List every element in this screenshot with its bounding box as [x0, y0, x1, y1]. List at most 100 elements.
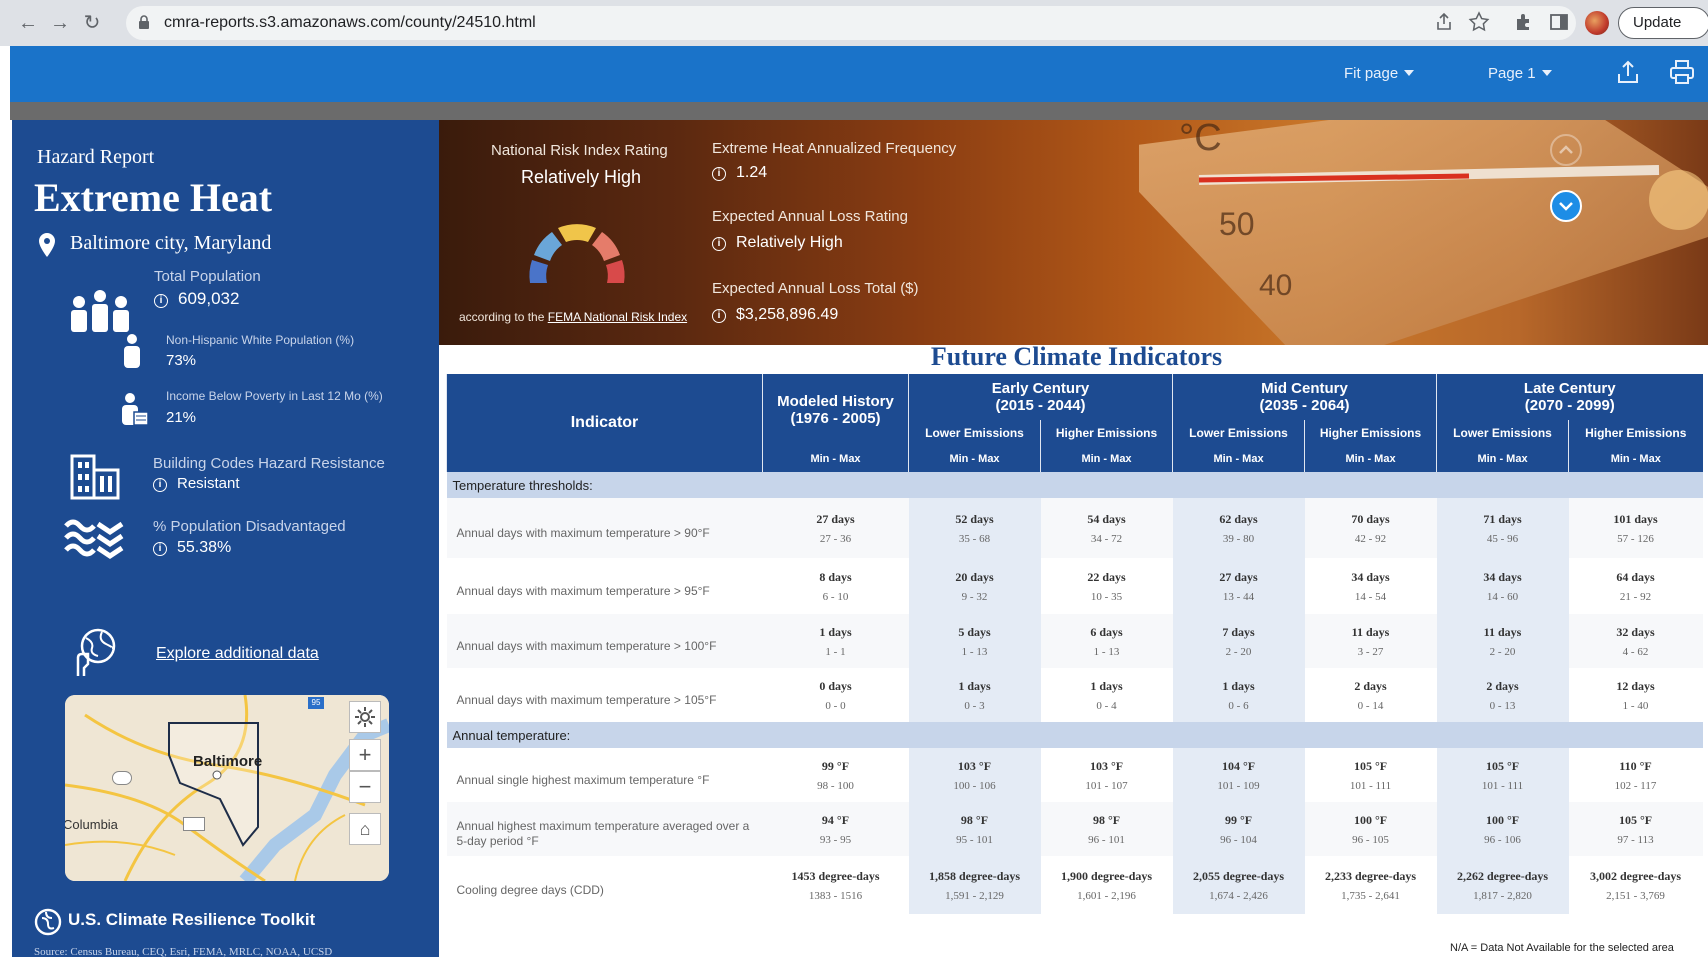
svg-text:°C: °C — [1179, 120, 1222, 159]
value-cell: 32 days 4 - 62 — [1568, 614, 1703, 668]
forward-icon[interactable]: → — [48, 11, 72, 35]
total-population-label: Total Population — [154, 268, 261, 285]
cell-range: 10 - 35 — [1090, 590, 1123, 603]
value-cell: 2,262 degree-days 1,817 - 2,820 — [1436, 856, 1569, 914]
address-bar[interactable]: cmra-reports.s3.amazonaws.com/county/245… — [126, 6, 1576, 40]
reload-icon[interactable]: ↻ — [80, 11, 104, 35]
fema-nri-link[interactable]: FEMA National Risk Index — [548, 310, 687, 324]
cell-value: 52 days — [955, 511, 994, 526]
back-icon[interactable]: ← — [16, 11, 40, 35]
map-settings-button[interactable] — [349, 701, 381, 733]
table-title: Future Climate Indicators — [930, 342, 1223, 371]
map-zoom-in-button[interactable]: + — [349, 739, 381, 771]
map-zoom-out-button[interactable]: − — [349, 771, 381, 803]
export-icon[interactable] — [1614, 58, 1642, 86]
cell-range: 1 - 13 — [1093, 645, 1120, 658]
cell-range: 0 - 6 — [1228, 699, 1249, 712]
cell-range: 0 - 4 — [1096, 699, 1117, 712]
building-codes-label: Building Codes Hazard Resistance — [153, 455, 385, 472]
cell-value: 1,858 degree-days — [928, 868, 1021, 883]
page-dropdown[interactable]: Page 1 — [1488, 65, 1552, 82]
value-cell: 105 °F 101 - 111 — [1305, 748, 1437, 802]
value-cell: 34 days 14 - 54 — [1305, 558, 1437, 614]
table-row: Annual days with maximum temperature > 1… — [447, 668, 1703, 722]
cell-value: 8 days — [819, 569, 852, 584]
white-population-value: 73% — [166, 352, 197, 369]
indicator-label: Annual days with maximum temperature > 9… — [456, 583, 710, 598]
cell-range: 100 - 106 — [953, 779, 996, 792]
extensions-icon[interactable] — [1512, 10, 1536, 34]
indicator-label: Annual highest maximum temperature avera… — [446, 802, 763, 856]
value-cell: 62 days 39 - 80 — [1172, 498, 1305, 558]
road-shield: 40 — [112, 771, 132, 785]
table-row: Annual highest maximum temperature avera… — [446, 802, 1703, 856]
value-cell: 2,055 degree-days 1,674 - 2,426 — [1172, 856, 1305, 914]
table-row: Annual days with maximum temperature > 9… — [446, 498, 1703, 558]
info-icon[interactable]: i — [153, 478, 167, 492]
value-cell: 100 °F 96 - 106 — [1436, 802, 1569, 856]
home-icon: ⌂ — [359, 819, 371, 839]
emissions-header: Lower Emissions — [1172, 420, 1305, 446]
disadvantaged-label: % Population Disadvantaged — [153, 518, 346, 535]
value-cell: 1453 degree-days 1383 - 1516 — [763, 856, 909, 914]
map-city-label: Baltimore — [193, 753, 263, 770]
cell-range: 101 - 109 — [1217, 779, 1260, 792]
cell-value: 1453 degree-days — [791, 868, 880, 883]
map-home-button[interactable]: ⌂ — [349, 813, 381, 845]
cell-value: 104 °F — [1221, 758, 1256, 773]
slide-up-button[interactable] — [1550, 134, 1582, 166]
table-section-row: Temperature thresholds: — [446, 472, 1703, 498]
poverty-label: Income Below Poverty in Last 12 Mo (%) — [166, 389, 383, 403]
slide-down-button[interactable] — [1550, 190, 1582, 222]
table-section-row: Annual temperature: — [446, 722, 1703, 748]
cell-value: 2 days — [1486, 678, 1519, 693]
print-icon[interactable] — [1668, 58, 1696, 86]
info-icon[interactable]: i — [154, 294, 168, 308]
value-cell: 98 °F 95 - 101 — [908, 802, 1041, 856]
info-icon[interactable]: i — [153, 542, 167, 556]
bookmark-star-icon[interactable] — [1467, 10, 1491, 34]
cell-range: 9 - 32 — [961, 590, 988, 603]
cell-value: 1 days — [958, 678, 991, 693]
minmax-header: Min - Max — [1172, 446, 1305, 472]
fit-page-dropdown[interactable]: Fit page — [1344, 65, 1415, 82]
value-cell: 27 days 27 - 36 — [762, 498, 909, 558]
cell-value: 98 °F — [1092, 812, 1121, 827]
road-shield: 95 — [308, 697, 324, 709]
table-row: Annual single highest maximum temperatur… — [447, 748, 1703, 802]
frequency-value: i 1.24 — [712, 164, 767, 182]
cell-value: 27 days — [1219, 569, 1258, 584]
profile-avatar[interactable] — [1585, 11, 1609, 35]
cell-value: 100 °F — [1353, 812, 1388, 827]
value-cell: 54 days 34 - 72 — [1040, 498, 1173, 558]
cell-value: 1 days — [1090, 678, 1123, 693]
share-icon[interactable] — [1432, 10, 1456, 34]
value-cell: 3,002 degree-days 2,151 - 3,769 — [1569, 856, 1703, 914]
source-credits: Source: Census Bureau, CEQ, Esri, FEMA, … — [34, 946, 333, 958]
value-cell: 1 days 0 - 4 — [1041, 668, 1173, 722]
map-roads — [65, 695, 389, 881]
value-cell: 1 days 1 - 1 — [762, 614, 909, 668]
side-panel-icon[interactable] — [1547, 10, 1571, 34]
url-text[interactable]: cmra-reports.s3.amazonaws.com/county/245… — [164, 14, 536, 32]
cell-range: 98 - 100 — [817, 779, 854, 792]
explore-data-link[interactable]: Explore additional data — [156, 645, 319, 663]
gear-icon — [355, 707, 375, 727]
emissions-header: Higher Emissions — [1039, 420, 1173, 446]
viewer-divider — [10, 102, 1708, 120]
info-icon[interactable]: i — [712, 167, 726, 181]
value-cell: 11 days 2 - 20 — [1436, 614, 1569, 668]
location-map[interactable]: Baltimore Columbia 40 295 95 + − ⌂ — [65, 695, 389, 881]
info-icon[interactable]: i — [712, 309, 726, 323]
cell-value: 1 days — [819, 624, 852, 639]
lock-icon — [139, 15, 149, 29]
update-button[interactable]: Update — [1618, 7, 1708, 39]
value-cell: 71 days 45 - 96 — [1436, 498, 1569, 558]
info-icon[interactable]: i — [712, 237, 726, 251]
table-row: Annual days with maximum temperature > 9… — [447, 558, 1703, 614]
value-cell: 98 °F 96 - 101 — [1040, 802, 1173, 856]
cell-value: 0 days — [819, 678, 852, 693]
value-cell: 5 days 1 - 13 — [908, 614, 1041, 668]
cell-range: 96 - 101 — [1088, 833, 1125, 846]
eal-rating-value: i Relatively High — [712, 234, 843, 252]
